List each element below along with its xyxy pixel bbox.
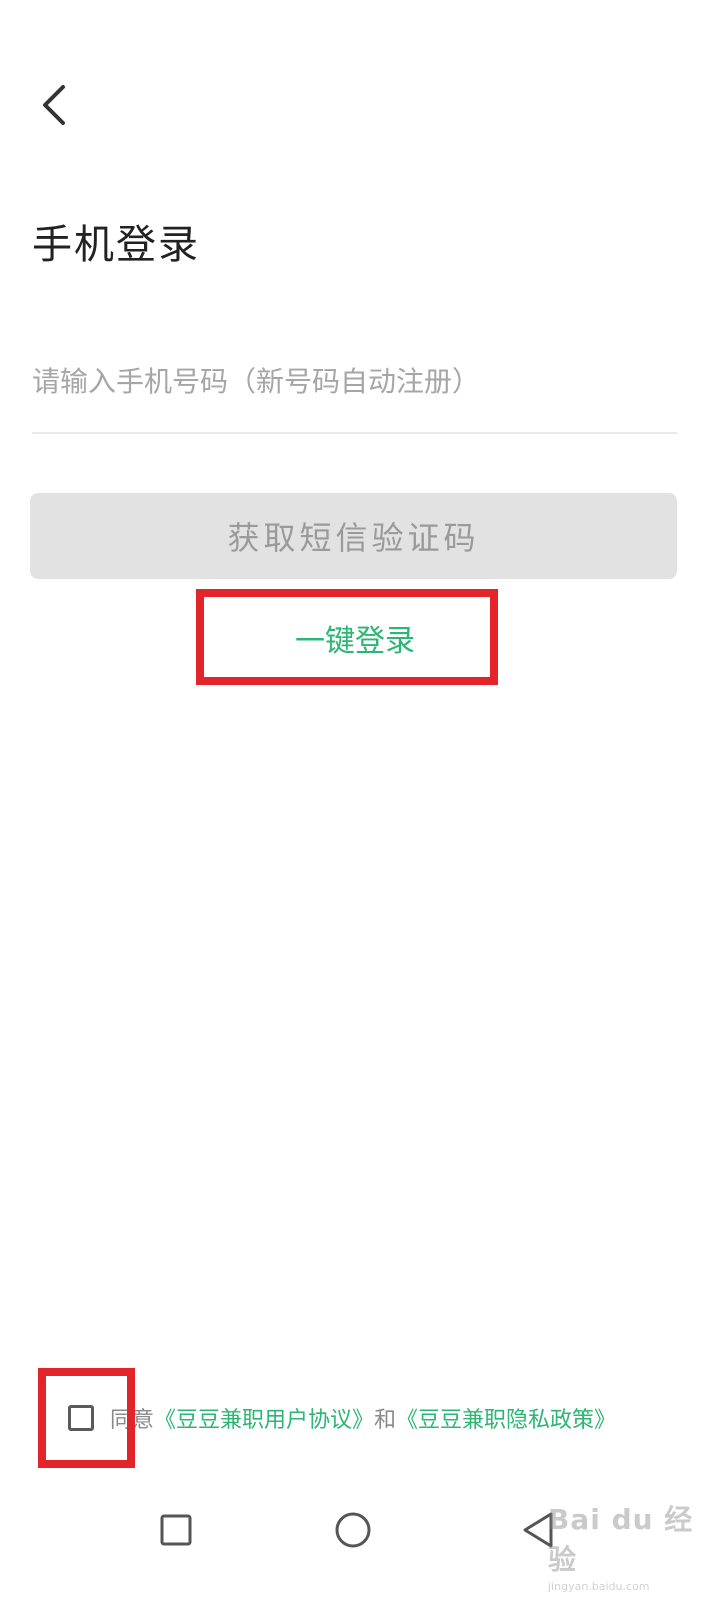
baidu-jingyan-watermark: Bai du 经验 jingyan.baidu.com bbox=[548, 1498, 720, 1593]
watermark-logo-text: Bai du 经验 bbox=[548, 1503, 694, 1576]
get-sms-code-button[interactable]: 获取短信验证码 bbox=[30, 493, 677, 579]
input-underline bbox=[32, 432, 677, 434]
page-title: 手机登录 bbox=[32, 222, 200, 268]
user-agreement-link[interactable]: 《豆豆兼职用户协议》 bbox=[154, 1402, 374, 1434]
privacy-policy-link[interactable]: 《豆豆兼职隐私政策》 bbox=[396, 1402, 616, 1434]
agreement-conjunction: 和 bbox=[374, 1408, 397, 1433]
phone-number-input[interactable] bbox=[32, 350, 677, 412]
agreement-row: 同意 《豆豆兼职用户协议》 和 《豆豆兼职隐私政策》 bbox=[68, 1400, 616, 1436]
square-icon bbox=[160, 1514, 192, 1546]
chevron-left-icon bbox=[43, 85, 65, 125]
circle-icon bbox=[335, 1512, 371, 1548]
login-screen: 手机登录 获取短信验证码 一键登录 同意 《豆豆兼职用户协议》 和 《豆豆兼职隐… bbox=[0, 0, 720, 1600]
back-button[interactable] bbox=[24, 70, 84, 140]
recents-button[interactable] bbox=[136, 1490, 216, 1570]
watermark-url: jingyan.baidu.com bbox=[548, 1580, 650, 1593]
highlight-box-one-click-login bbox=[196, 589, 498, 685]
highlight-box-checkbox bbox=[38, 1368, 135, 1468]
home-button[interactable] bbox=[313, 1490, 393, 1570]
